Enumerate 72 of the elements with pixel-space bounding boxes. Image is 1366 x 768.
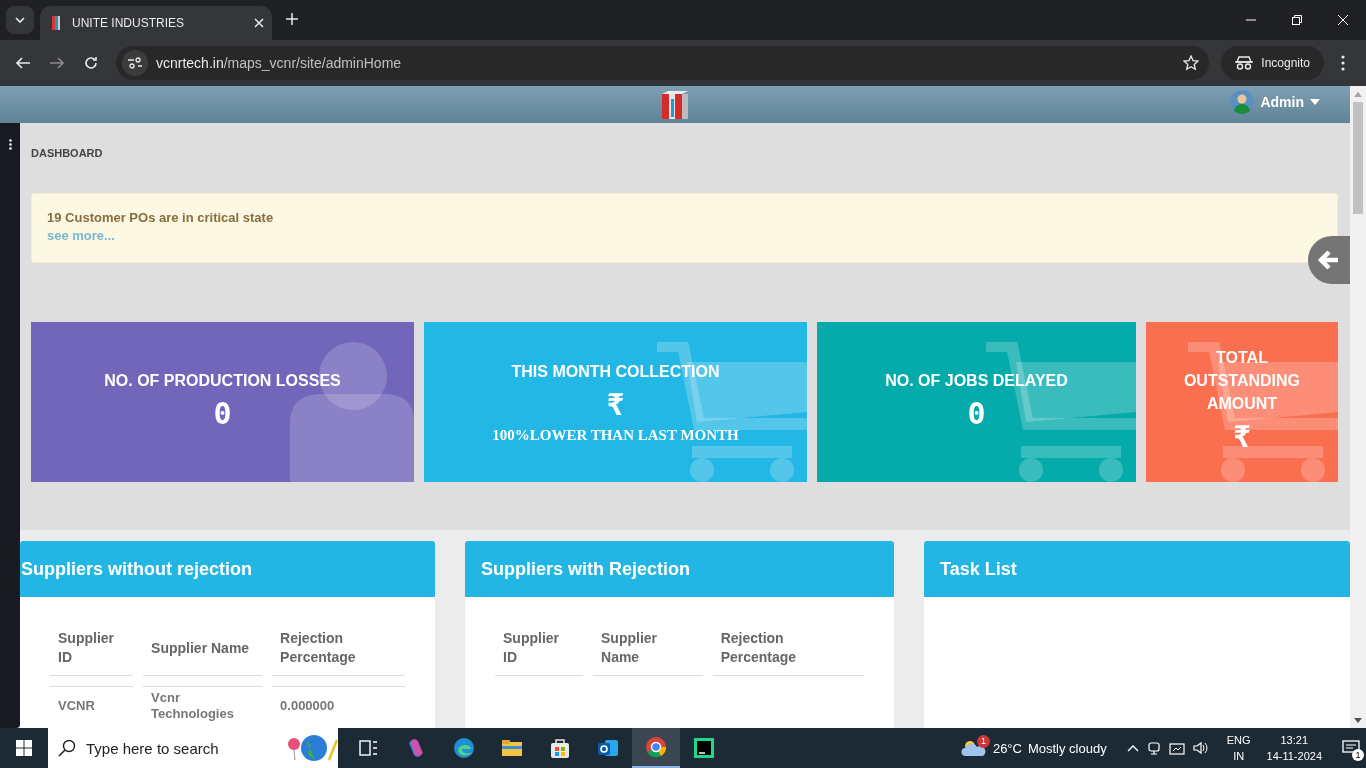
address-bar[interactable]: vcnrtech.in/maps_vcnr/site/adminHome <box>116 46 1210 80</box>
scroll-down-icon[interactable] <box>1354 717 1362 723</box>
url-text: vcnrtech.in/maps_vcnr/site/adminHome <box>156 55 403 71</box>
new-tab-icon[interactable] <box>286 13 298 25</box>
scrollbar[interactable] <box>1350 86 1366 728</box>
temperature: 26°C <box>992 740 1022 756</box>
notification-badge: 1 <box>1352 749 1364 761</box>
column-header: Supplier ID <box>495 621 583 676</box>
stat-value: ₹ <box>606 386 625 424</box>
panel-title: Suppliers without rejection <box>20 541 435 597</box>
tab-list-button[interactable] <box>6 6 34 34</box>
stat-title: NO. OF PRODUCTION LOSSES <box>104 370 341 391</box>
column-header: Supplier Name <box>143 621 263 676</box>
cloud-icon <box>960 739 987 757</box>
cart-icon <box>986 342 1136 482</box>
arrow-left-icon <box>1318 250 1340 270</box>
code-editor-icon <box>693 737 715 759</box>
close-icon[interactable] <box>254 18 264 28</box>
site-settings-icon[interactable] <box>128 57 142 69</box>
tab-title: UNITE INDUSTRIES <box>72 16 185 30</box>
panel-title: Task List <box>924 541 1350 597</box>
clock[interactable]: 13:21 14-11-2024 <box>1266 732 1322 764</box>
folder-icon <box>501 737 523 759</box>
incognito-icon <box>1235 56 1254 70</box>
breadcrumb: DASHBOARD <box>31 147 104 160</box>
chevron-up-icon[interactable] <box>1126 744 1139 752</box>
stat-value: ₹ <box>1232 417 1252 456</box>
stat-value: 0 <box>213 394 232 433</box>
chrome-icon <box>645 736 667 758</box>
table-cell: 0.000000 <box>272 686 405 722</box>
windows-icon[interactable] <box>16 740 32 756</box>
stat-title: TOTAL OUTSTANDING AMOUNT <box>1182 347 1302 414</box>
volume-icon[interactable] <box>1192 741 1209 755</box>
language-indicator[interactable]: ENG IN <box>1226 732 1251 764</box>
stat-note: 100%LOWER THAN LAST MONTH <box>492 427 739 444</box>
table-cell: Vcnr Technologies <box>143 686 263 722</box>
menu-icon[interactable] <box>1341 55 1345 71</box>
stat-value: 0 <box>967 394 986 433</box>
back-icon[interactable] <box>15 55 31 71</box>
edge-icon <box>453 737 475 759</box>
table-cell: VCNR <box>50 686 134 722</box>
star-icon[interactable] <box>1183 55 1200 71</box>
browser-tab[interactable]: UNITE INDUSTRIES <box>40 6 272 40</box>
weather-condition: Mostly cloudy <box>1027 740 1107 756</box>
scroll-thumb[interactable] <box>1353 102 1363 214</box>
panel-title: Suppliers with Rejection <box>465 541 894 597</box>
task-view-icon <box>357 737 379 759</box>
stat-title: THIS MONTH COLLECTION <box>511 362 720 382</box>
column-header: Rejection Percentage <box>712 621 864 676</box>
forward-icon[interactable] <box>49 55 65 71</box>
reload-icon[interactable] <box>83 55 99 71</box>
site-logo-icon <box>52 15 60 31</box>
collapse-handle[interactable] <box>1308 236 1350 284</box>
column-header: Supplier Name <box>593 621 703 676</box>
notifications-icon[interactable] <box>1342 740 1360 756</box>
incognito-button[interactable]: Incognito <box>1221 46 1324 80</box>
column-header: Supplier ID <box>50 621 134 676</box>
taskbar-app[interactable] <box>632 728 680 768</box>
search-icon <box>58 739 76 757</box>
mail-icon <box>597 737 619 759</box>
weather-badge: 1 <box>976 735 990 748</box>
taskbar-search-field[interactable]: Type here to search <box>48 728 338 768</box>
more-icon[interactable] <box>8 139 12 150</box>
stat-title: NO. OF JOBS DELAYED <box>885 370 1068 391</box>
company-logo <box>660 89 690 120</box>
caret-icon <box>15 17 25 23</box>
alert-message: 19 Customer POs are in critical state <box>47 210 275 226</box>
restore-icon[interactable] <box>1292 15 1302 25</box>
avatar-icon <box>1230 90 1255 114</box>
caret-icon <box>1310 99 1320 105</box>
store-icon <box>549 737 571 759</box>
column-header: Rejection Percentage <box>272 621 405 676</box>
